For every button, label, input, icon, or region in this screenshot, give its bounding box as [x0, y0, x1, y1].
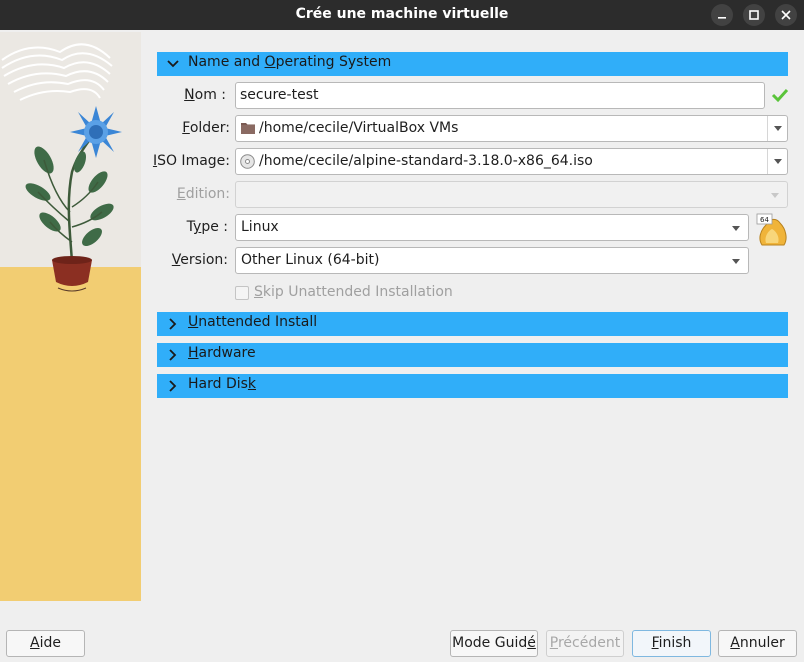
- section-hard-disk[interactable]: Hard Disk: [157, 374, 788, 398]
- dialog-body: Name and Operating System Nom : secure-t…: [0, 30, 804, 662]
- type-label: Type :: [186, 219, 228, 235]
- folder-dropdown-button[interactable]: [767, 116, 787, 141]
- chevron-right-icon: [169, 380, 177, 392]
- maximize-button[interactable]: [743, 4, 765, 26]
- iso-dropdown-button[interactable]: [767, 149, 787, 174]
- section-hardware-label: Hardware: [188, 345, 256, 361]
- chevron-down-icon: [774, 126, 782, 131]
- iso-image-selector[interactable]: /home/cecile/alpine-standard-3.18.0-x86_…: [235, 148, 788, 175]
- chevron-down-icon: [774, 159, 782, 164]
- type-select[interactable]: Linux: [235, 214, 749, 241]
- section-unattended-label: Unattended Install: [188, 314, 318, 330]
- chevron-down-icon: [732, 226, 740, 231]
- chevron-right-icon: [169, 318, 177, 330]
- previous-button: Précédent: [546, 630, 624, 657]
- edition-label: Edition:: [176, 186, 230, 202]
- edition-select: [235, 181, 788, 208]
- flower-pot-illustration: [0, 32, 141, 601]
- disc-icon: [240, 154, 255, 169]
- chevron-down-icon: [167, 60, 179, 68]
- chevron-down-icon: [771, 193, 779, 198]
- maximize-icon: [749, 10, 759, 20]
- help-button[interactable]: Aide: [6, 630, 85, 657]
- os-bitness-badge: 64: [760, 216, 769, 224]
- iso-label: ISO Image:: [152, 153, 230, 169]
- close-button[interactable]: [775, 4, 797, 26]
- name-input[interactable]: secure-test: [235, 82, 765, 109]
- section-hard-disk-label: Hard Disk: [188, 376, 257, 392]
- guided-mode-button[interactable]: Mode Guidé: [450, 630, 538, 657]
- window-title: Crée une machine virtuelle: [295, 6, 509, 22]
- skip-unattended-checkbox: [235, 286, 249, 300]
- folder-label: Folder:: [182, 120, 230, 136]
- minimize-button[interactable]: [711, 4, 733, 26]
- section-name-os-label: Name and Operating System: [188, 54, 392, 70]
- chevron-right-icon: [169, 349, 177, 361]
- chevron-down-icon: [732, 259, 740, 264]
- version-select[interactable]: Other Linux (64-bit): [235, 247, 749, 274]
- name-label: Nom :: [184, 87, 226, 103]
- linux-os-icon: 64: [756, 213, 787, 246]
- skip-unattended-label: Skip Unattended Installation: [254, 284, 453, 300]
- section-unattended-install[interactable]: Unattended Install: [157, 312, 788, 336]
- folder-icon: [241, 123, 255, 134]
- version-label: Version:: [171, 252, 228, 268]
- folder-selector[interactable]: /home/cecile/VirtualBox VMs: [235, 115, 788, 142]
- section-hardware[interactable]: Hardware: [157, 343, 788, 367]
- title-bar: Crée une machine virtuelle: [0, 0, 804, 30]
- section-name-os[interactable]: Name and Operating System: [157, 52, 788, 76]
- cancel-button[interactable]: Annuler: [718, 630, 797, 657]
- button-bar: Aide Mode Guidé Précédent Finish Annuler: [0, 627, 804, 662]
- wizard-illustration: [0, 32, 141, 601]
- minimize-icon: [718, 17, 726, 19]
- finish-button[interactable]: Finish: [632, 630, 711, 657]
- valid-check-icon: [771, 88, 789, 103]
- close-icon: [781, 10, 791, 20]
